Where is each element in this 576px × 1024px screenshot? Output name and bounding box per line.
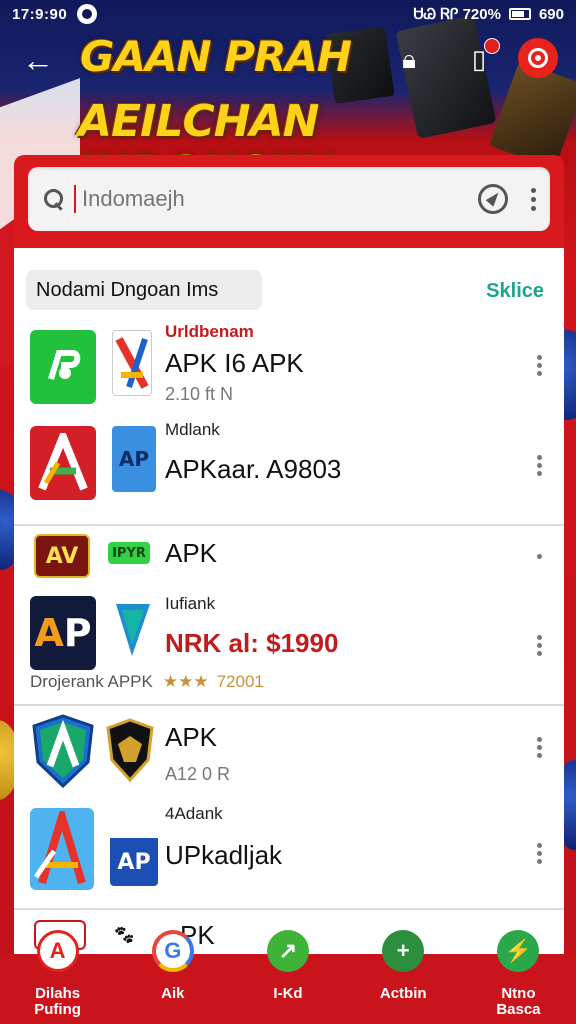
nav-item-more[interactable]: ⚡ Ntno Basca [461,930,576,1024]
back-arrow-icon[interactable]: ← [18,40,58,80]
nav-label: Actbin [379,985,427,1002]
app-tag: 4Adank [165,804,223,823]
list-item[interactable]: APK A12 0 R [14,712,564,800]
app-icon [30,808,94,890]
section-divider [14,704,564,706]
arrow-icon: ↗ [267,930,309,972]
list-item[interactable]: AP Iufiank NRK al: $1990 Drojerank APPK ★… [14,588,564,704]
app-icon [32,714,94,788]
phone-icon[interactable]: ▯ [462,38,500,76]
app-title: APK I6 APK [165,348,304,378]
nav-item-action[interactable]: + Actbin [346,930,461,1024]
more-options-icon[interactable] [537,734,542,761]
list-item[interactable]: AP 4Adank UPkadljak [14,804,564,904]
nav-label: Dilahs Pufing [34,985,81,1018]
list-item[interactable]: AP Mdlank APKaar. A9803 [14,420,564,510]
rating-row: Drojerank APPK ★★★ 72001 [30,672,264,692]
search-container [14,155,564,248]
app-meta: 2.10 ft N [165,384,234,404]
app-tag: Urldbenam [165,322,254,341]
status-bar: 17:9:90 ᏌᏊ ᏒᎵ 720% 690 [0,0,576,28]
battery-text: 690 [538,5,564,23]
app-list-panel: Nodami Dngoan Ims Sklice Urldbenam APK I… [14,248,564,954]
app-icon [106,718,154,782]
lock-icon[interactable]: 🔒︎ [392,42,426,76]
app-icon: AV [34,534,90,578]
app-tag: Iufiank [165,594,216,613]
nav-label: Aik [161,985,185,1002]
app-icon [110,596,156,662]
more-options-icon[interactable] [537,632,542,659]
signal-text: ᏌᏊ ᏒᎵ 720% [413,5,501,23]
developer-label: Drojerank APPK [30,672,153,691]
section-divider [14,908,564,910]
record-icon[interactable] [518,38,558,78]
more-options-icon[interactable] [537,452,542,479]
more-options-icon[interactable] [530,187,536,211]
app-price: NRK al: $1990 [165,628,339,658]
section-divider [14,524,564,526]
status-time: 17:9:90 [12,5,68,23]
list-item[interactable]: AV IPYR APK [14,532,564,584]
app-tag: Mdlank [165,420,220,439]
battery-icon [508,8,531,20]
app-icon: AP [112,426,156,492]
lightning-icon: ⚡ [497,930,540,972]
status-indicators: ᏌᏊ ᏒᎵ 720% 690 [414,6,564,23]
app-title: APKaar. A9803 [165,454,342,484]
see-all-link[interactable]: Sklice [486,280,544,303]
app-icon: AP [30,596,96,670]
more-options-icon[interactable] [537,840,542,867]
nav-item-home[interactable]: A Dilahs Pufing [0,930,115,1024]
search-input[interactable] [74,185,478,213]
search-icon[interactable] [42,187,66,211]
search-bar[interactable] [28,167,550,231]
more-options-icon[interactable] [537,352,542,379]
notification-icon [77,4,98,24]
nav-label: Ntno Basca [496,985,541,1018]
bottom-navigation: A Dilahs Pufing G Aik ↗ I-Kd + Actbin ⚡ … [0,930,576,1024]
star-rating-icon: ★★★ [162,672,209,691]
compass-icon[interactable] [478,184,508,214]
google-icon: G [151,930,194,972]
banner-title: GAAN PRAH [80,32,352,81]
plus-icon: + [382,930,425,972]
app-icon: A [36,930,79,972]
app-icon [30,426,96,500]
section-chip[interactable]: Nodami Dngoan Ims [26,270,262,310]
nav-label: I-Kd [273,985,303,1002]
app-meta: A12 0 R [165,764,231,784]
notification-badge [484,38,500,54]
app-icon: 🐾︎ [106,920,142,950]
app-icon [30,330,96,404]
nav-item-apps[interactable]: G Aik [115,930,230,1024]
nav-item-games[interactable]: ↗ I-Kd [230,930,345,1024]
app-icon [112,330,152,396]
app-title: APK [165,722,218,752]
app-icon: AP [110,830,158,886]
more-options-icon[interactable] [537,554,542,559]
app-title: UPkadljak [165,840,283,870]
app-title: APK [165,538,218,568]
list-item[interactable]: Urldbenam APK I6 APK 2.10 ft N [14,322,564,416]
app-badge: IPYR [108,542,150,564]
rating-score: 72001 [216,672,264,691]
